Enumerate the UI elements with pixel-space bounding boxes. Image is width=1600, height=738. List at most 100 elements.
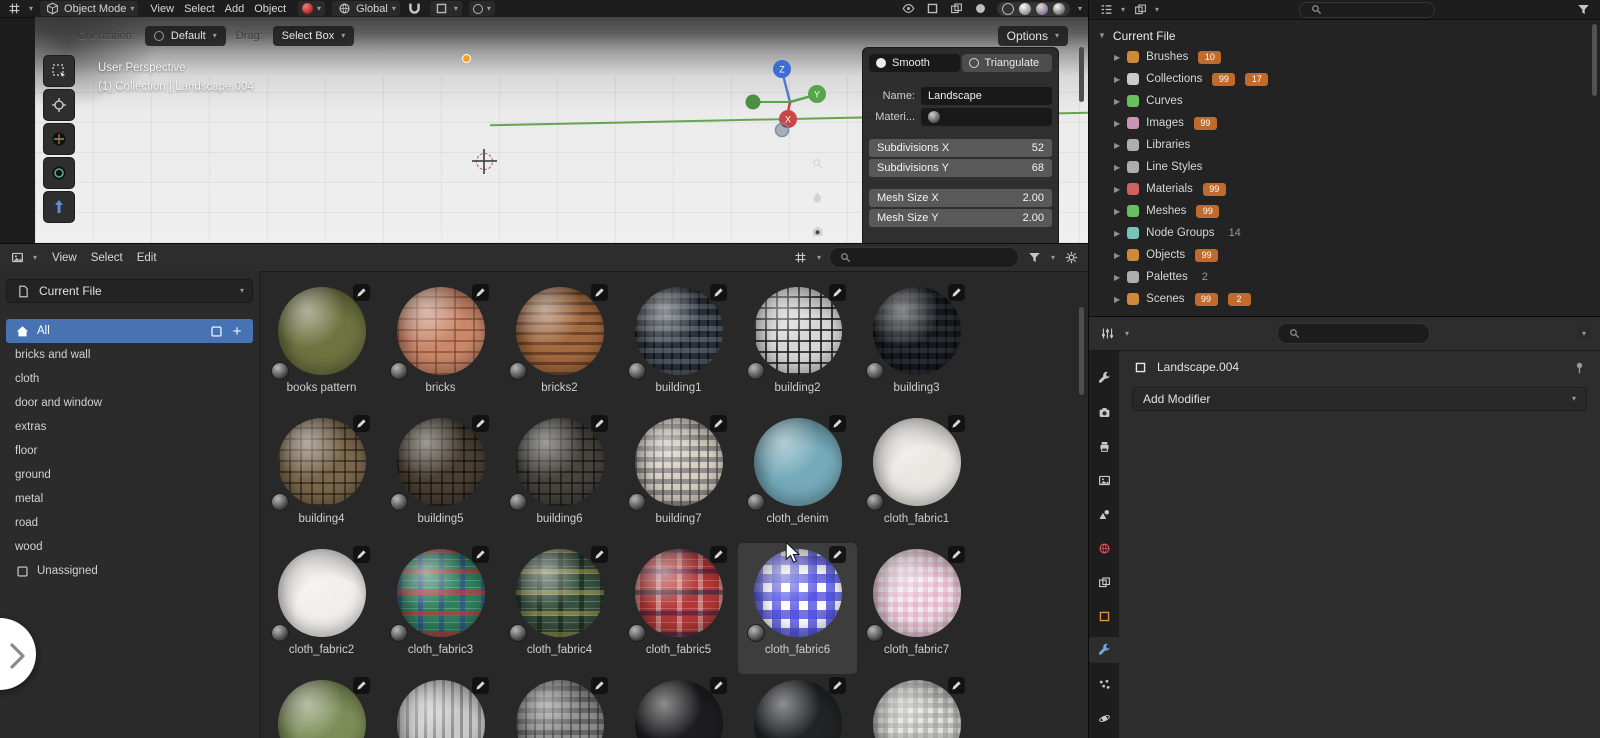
asset-building1[interactable]: building1 [619, 281, 738, 412]
expand-icon[interactable]: ▶ [1114, 119, 1120, 128]
editor-type-icon[interactable] [1098, 2, 1114, 18]
properties-tab-physics[interactable] [1089, 705, 1119, 731]
category-bricks-and-wall[interactable]: bricks and wall [6, 343, 253, 367]
category-road[interactable]: road [6, 511, 253, 535]
edit-asset-icon[interactable] [472, 284, 489, 301]
outliner-item-palettes[interactable]: ▶ Palettes 2 [1089, 266, 1600, 288]
shading-solid-icon[interactable] [1018, 2, 1031, 15]
add-modifier-dropdown[interactable]: Add Modifier ▾ [1132, 387, 1587, 411]
redo-field-subdivisions-y[interactable]: Subdivisions Y 68 [869, 159, 1052, 177]
asset-grid-scrollbar[interactable] [1079, 307, 1084, 395]
asset-building4[interactable]: building4 [262, 412, 381, 543]
display-size-icon[interactable] [793, 250, 809, 266]
menu-object[interactable]: Object [249, 3, 291, 15]
filter-icon[interactable] [1575, 2, 1591, 18]
outliner-item-brushes[interactable]: ▶ Brushes 10 [1089, 46, 1600, 68]
properties-tab-collection[interactable] [1089, 569, 1119, 595]
properties-tab-object[interactable] [1089, 603, 1119, 629]
mode-options-button[interactable]: ▾ [298, 1, 326, 16]
asset-partial-6[interactable] [857, 674, 976, 738]
properties-search-input[interactable] [1277, 323, 1430, 344]
outliner-item-scenes[interactable]: ▶ Scenes 99 2 [1089, 288, 1600, 310]
edit-asset-icon[interactable] [353, 677, 370, 694]
asset-partial-1[interactable] [262, 674, 381, 738]
add-catalog-icon[interactable] [230, 324, 244, 338]
edit-asset-icon[interactable] [472, 677, 489, 694]
category-door-and-window[interactable]: door and window [6, 391, 253, 415]
expand-icon[interactable]: ▶ [1114, 207, 1120, 216]
asset-search-input[interactable] [828, 247, 1019, 268]
menu-add[interactable]: Add [220, 3, 250, 15]
asset-partial-5[interactable] [738, 674, 857, 738]
asset-books-pattern[interactable]: books pattern [262, 281, 381, 412]
asset-cloth-fabric4[interactable]: cloth_fabric4 [500, 543, 619, 674]
expand-icon[interactable]: ▶ [1114, 251, 1120, 260]
edit-asset-icon[interactable] [710, 546, 727, 563]
edit-asset-icon[interactable] [353, 284, 370, 301]
menu-view[interactable]: View [145, 3, 179, 15]
triangulate-toggle[interactable]: Triangulate [961, 54, 1052, 72]
filter-icon[interactable] [1027, 250, 1043, 266]
edit-asset-icon[interactable] [948, 546, 965, 563]
name-input[interactable]: Landscape [921, 87, 1052, 105]
display-mode-icon[interactable] [1132, 2, 1148, 18]
category-all[interactable]: All [6, 319, 253, 343]
edit-asset-icon[interactable] [829, 284, 846, 301]
edit-asset-icon[interactable] [591, 677, 608, 694]
expand-icon[interactable]: ▶ [1114, 53, 1120, 62]
edit-asset-icon[interactable] [829, 677, 846, 694]
pin-icon[interactable] [1571, 359, 1587, 375]
snap-magnet-icon[interactable] [407, 1, 423, 17]
outliner-item-meshes[interactable]: ▶ Meshes 99 [1089, 200, 1600, 222]
expand-icon[interactable]: ▶ [1114, 75, 1120, 84]
smooth-toggle[interactable]: Smooth [869, 54, 960, 72]
edit-asset-icon[interactable] [591, 546, 608, 563]
expand-icon[interactable]: ▶ [1114, 97, 1120, 106]
properties-options-button[interactable]: ▾ [1577, 326, 1590, 341]
edit-asset-icon[interactable] [591, 415, 608, 432]
asset-cloth-fabric2[interactable]: cloth_fabric2 [262, 543, 381, 674]
outliner-item-node-groups[interactable]: ▶ Node Groups 14 [1089, 222, 1600, 244]
edit-asset-icon[interactable] [353, 546, 370, 563]
expand-icon[interactable]: ▶ [1114, 185, 1120, 194]
gizmos-icon[interactable] [973, 1, 989, 17]
asset-building6[interactable]: building6 [500, 412, 619, 543]
viewport-pan-icon[interactable] [807, 187, 828, 208]
shading-wireframe-icon[interactable] [1001, 2, 1014, 15]
viewport-camera-icon[interactable] [807, 221, 828, 242]
properties-tab-scene[interactable] [1089, 501, 1119, 527]
edit-asset-icon[interactable] [710, 284, 727, 301]
asset-cloth-fabric5[interactable]: cloth_fabric5 [619, 543, 738, 674]
tool-transform[interactable] [43, 191, 75, 223]
menu-select[interactable]: Select [179, 3, 220, 15]
transform-orientation-button[interactable]: Global ▾ [332, 1, 400, 16]
redo-field-mesh-size-x[interactable]: Mesh Size X 2.00 [869, 189, 1052, 207]
asset-building3[interactable]: building3 [857, 281, 976, 412]
asset-cloth-denim[interactable]: cloth_denim [738, 412, 857, 543]
shading-rendered-icon[interactable] [1052, 2, 1065, 15]
asset-cloth-fabric3[interactable]: cloth_fabric3 [381, 543, 500, 674]
outliner-search-input[interactable] [1299, 1, 1436, 18]
viewport-canvas[interactable]: Orientation: Default ▾ Drag: Select Box … [35, 17, 1088, 243]
properties-tab-tool[interactable] [1089, 365, 1119, 391]
asset-building5[interactable]: building5 [381, 412, 500, 543]
catalog-icon[interactable] [209, 324, 223, 338]
visibility-icon[interactable] [901, 1, 917, 17]
asset-bricks2[interactable]: bricks2 [500, 281, 619, 412]
category-metal[interactable]: metal [6, 487, 253, 511]
asset-cloth-fabric1[interactable]: cloth_fabric1 [857, 412, 976, 543]
category-floor[interactable]: floor [6, 439, 253, 463]
redo-field-mesh-size-y[interactable]: Mesh Size Y 2.00 [869, 209, 1052, 227]
orientation-dropdown[interactable]: Default ▾ [144, 26, 226, 46]
expand-icon[interactable]: ▶ [1114, 229, 1120, 238]
edit-asset-icon[interactable] [948, 284, 965, 301]
expand-icon[interactable]: ▶ [1114, 141, 1120, 150]
drag-dropdown[interactable]: Select Box ▾ [272, 26, 355, 46]
category-cloth[interactable]: cloth [6, 367, 253, 391]
category-unassigned[interactable]: Unassigned [6, 559, 253, 583]
editor-type-icon[interactable] [9, 250, 25, 266]
asset-building2[interactable]: building2 [738, 281, 857, 412]
tool-move[interactable] [43, 123, 75, 155]
edit-asset-icon[interactable] [948, 415, 965, 432]
navigation-gizmo[interactable]: Z Y X [735, 55, 845, 170]
